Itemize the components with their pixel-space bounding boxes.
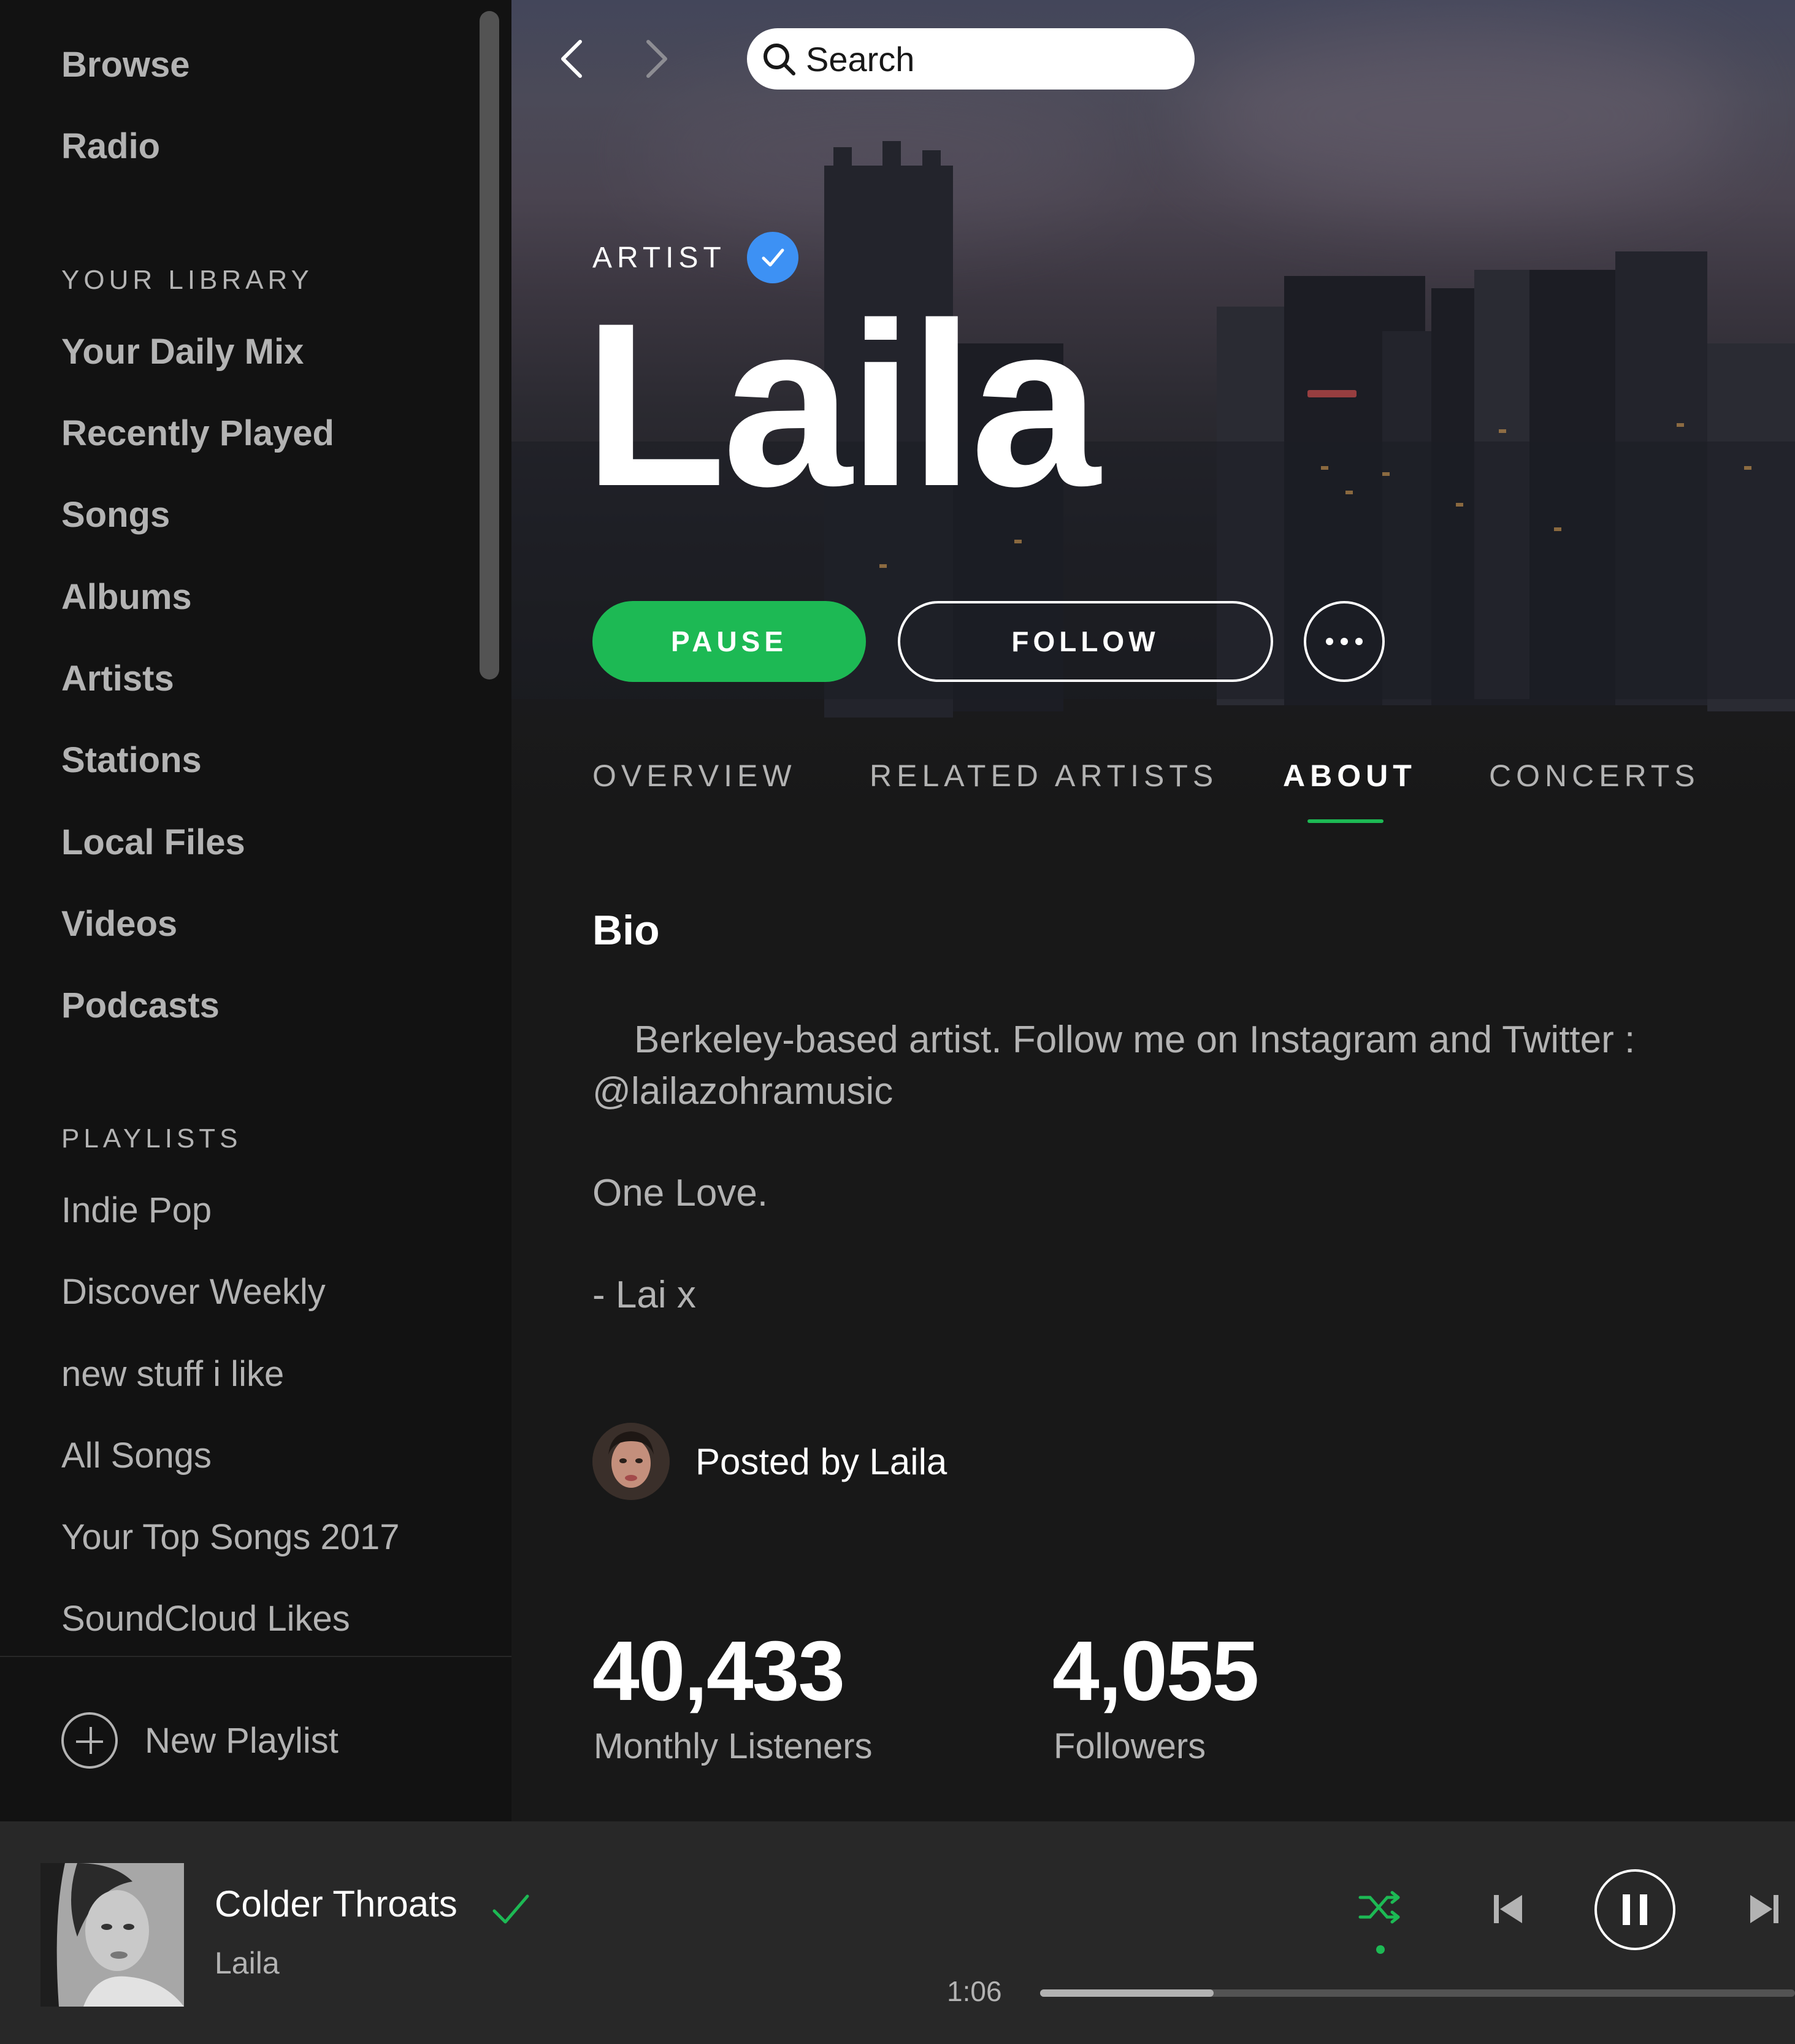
shuffle-icon: [1358, 1891, 1400, 1924]
playlists-section-label: PLAYLISTS: [61, 1123, 242, 1154]
library-item-songs[interactable]: Songs: [61, 494, 170, 535]
monthly-listeners-count: 40,433: [592, 1624, 845, 1718]
bio-line: Berkeley-based artist. Follow me on Inst…: [634, 1019, 1636, 1061]
checkmark-icon[interactable]: [491, 1889, 531, 1929]
skip-back-icon: [1494, 1895, 1522, 1923]
play-pause-button[interactable]: [1594, 1869, 1675, 1950]
bio-line: - Lai x: [592, 1274, 696, 1316]
shuffle-active-indicator: [1376, 1945, 1385, 1954]
bio-line: One Love.: [592, 1172, 768, 1214]
follow-button[interactable]: FOLLOW: [898, 601, 1273, 682]
playlist-indie-pop[interactable]: Indie Pop: [61, 1190, 212, 1231]
chevron-right-icon: [646, 40, 667, 78]
pause-icon: [1623, 1894, 1630, 1925]
posted-by-label: Posted by Laila: [695, 1441, 947, 1482]
tab-concerts[interactable]: CONCERTS: [1489, 758, 1700, 794]
back-button[interactable]: [554, 37, 591, 81]
next-button[interactable]: [1747, 1891, 1782, 1927]
playlist-all-songs[interactable]: All Songs: [61, 1435, 212, 1476]
tab-related-artists[interactable]: RELATED ARTISTS: [870, 758, 1218, 794]
playlist-discover-weekly[interactable]: Discover Weekly: [61, 1271, 326, 1312]
search-input[interactable]: Search: [747, 28, 1195, 90]
main-content: Search ARTIST Laila PAUSE FOLLOW OVERVIE…: [511, 0, 1795, 1821]
followers-label: Followers: [1054, 1726, 1206, 1766]
skip-forward-icon: [1750, 1895, 1778, 1923]
new-playlist-button[interactable]: New Playlist: [61, 1711, 339, 1770]
bio-link[interactable]: @lailazohramusic: [592, 1070, 893, 1113]
library-item-daily-mix[interactable]: Your Daily Mix: [61, 331, 304, 372]
playlist-soundcloud-likes[interactable]: SoundCloud Likes: [61, 1598, 350, 1639]
library-item-artists[interactable]: Artists: [61, 658, 174, 699]
library-item-podcasts[interactable]: Podcasts: [61, 985, 220, 1026]
posted-by[interactable]: Posted by Laila: [592, 1423, 947, 1500]
sidebar: Browse Radio YOUR LIBRARY Your Daily Mix…: [0, 0, 511, 1821]
nav-radio[interactable]: Radio: [61, 126, 160, 167]
bio-heading: Bio: [592, 907, 660, 954]
pause-icon: [1640, 1894, 1647, 1925]
plus-circle-icon: [61, 1712, 118, 1769]
library-item-local-files[interactable]: Local Files: [61, 822, 245, 863]
library-item-albums[interactable]: Albums: [61, 576, 192, 618]
more-dots-icon: [1326, 638, 1363, 645]
more-options-button[interactable]: [1304, 601, 1385, 682]
artist-tag-text: ARTIST: [592, 241, 726, 274]
avatar: [592, 1423, 670, 1500]
tab-about[interactable]: ABOUT: [1283, 758, 1417, 794]
followers-count: 4,055: [1052, 1624, 1259, 1718]
forward-button[interactable]: [637, 37, 674, 81]
progress-fill: [1040, 1989, 1214, 1997]
new-playlist-label: New Playlist: [145, 1720, 339, 1761]
monthly-listeners-label: Monthly Listeners: [594, 1726, 873, 1766]
library-item-recently-played[interactable]: Recently Played: [61, 413, 334, 454]
search-placeholder: Search: [806, 39, 915, 78]
now-playing-bar: Colder Throats Laila 1:06: [0, 1821, 1795, 2044]
chevron-left-icon: [561, 40, 582, 78]
album-cover[interactable]: [40, 1863, 184, 2007]
previous-button[interactable]: [1490, 1891, 1526, 1927]
sidebar-divider: [0, 1656, 511, 1657]
library-item-videos[interactable]: Videos: [61, 903, 177, 944]
track-artist[interactable]: Laila: [215, 1945, 280, 1981]
sidebar-scrollbar[interactable]: [480, 11, 499, 679]
progress-bar[interactable]: [1040, 1989, 1795, 1997]
search-icon: [760, 40, 797, 77]
artist-name: Laila: [584, 274, 1100, 535]
nav-browse[interactable]: Browse: [61, 44, 190, 85]
library-section-label: YOUR LIBRARY: [61, 265, 313, 295]
playlist-top-songs-2017[interactable]: Your Top Songs 2017: [61, 1517, 399, 1558]
playlist-new-stuff[interactable]: new stuff i like: [61, 1353, 284, 1395]
active-tab-indicator: [1307, 819, 1384, 823]
library-item-stations[interactable]: Stations: [61, 740, 202, 781]
tab-overview[interactable]: OVERVIEW: [592, 758, 797, 794]
pause-button[interactable]: PAUSE: [592, 601, 866, 682]
track-title[interactable]: Colder Throats: [215, 1883, 457, 1925]
elapsed-time: 1:06: [947, 1975, 1002, 2007]
shuffle-button[interactable]: [1358, 1889, 1402, 1926]
